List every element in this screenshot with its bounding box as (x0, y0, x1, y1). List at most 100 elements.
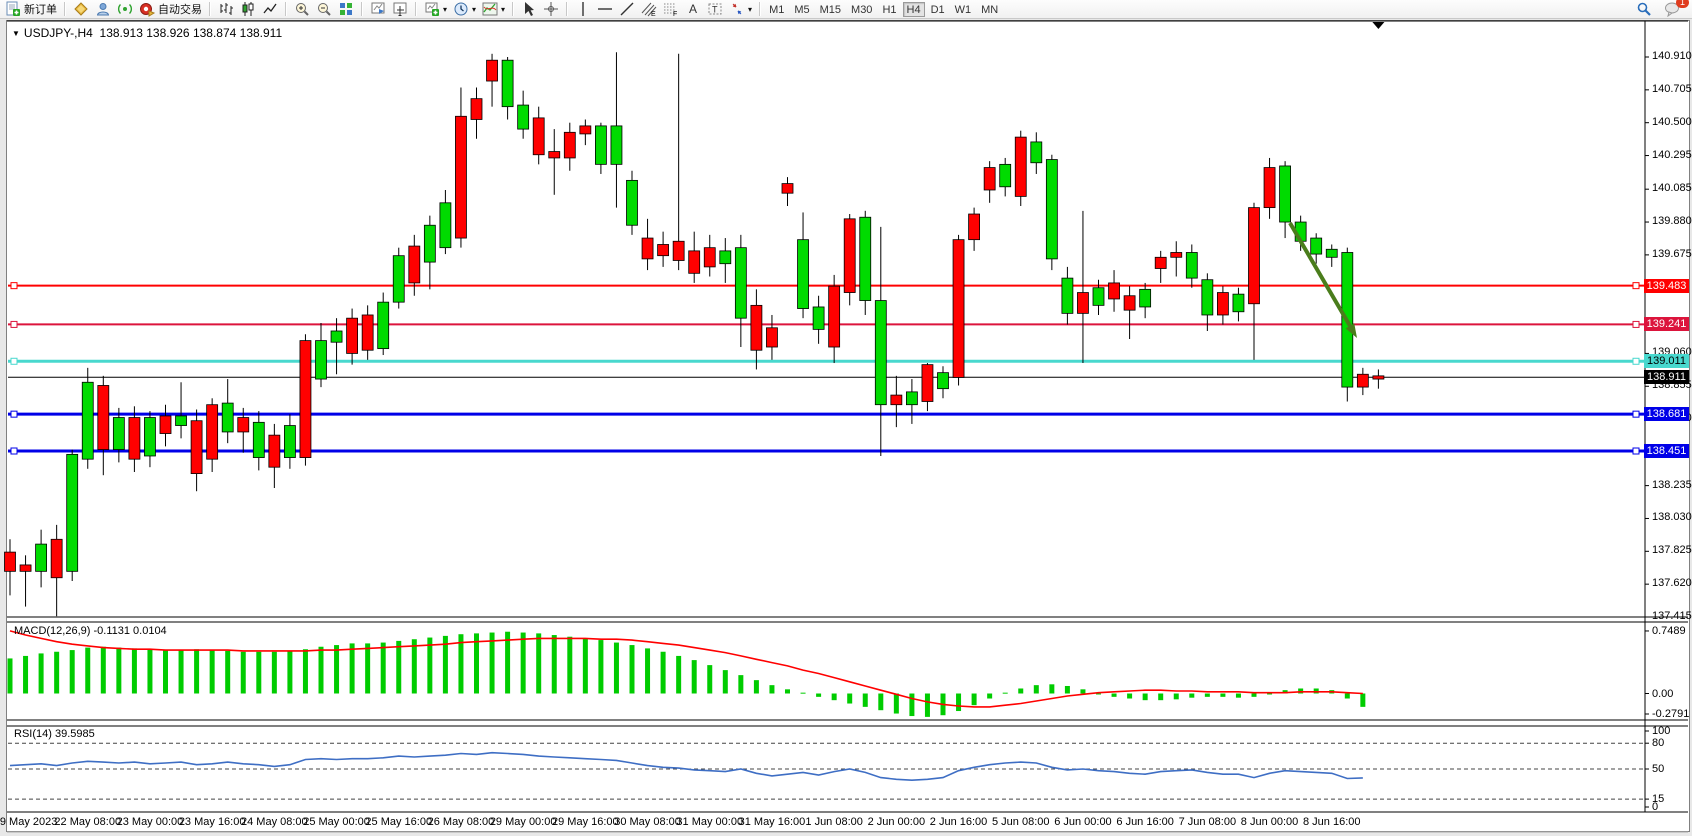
horizontal-line-tool-button[interactable] (594, 1, 616, 18)
macd-histogram-bar (303, 649, 308, 693)
navigator-button[interactable] (367, 1, 389, 18)
tile-windows-button[interactable] (335, 1, 357, 18)
crosshair-icon (543, 1, 559, 17)
macd-histogram-bar (769, 685, 774, 693)
arrow-objects-button[interactable]: ▾ (726, 1, 755, 18)
equidistant-channel-tool-button[interactable]: E (638, 1, 660, 18)
chart-shift-triangle-icon[interactable] (1372, 22, 1384, 29)
top-toolbar: 新订单 自动交易 ▾ ▾ ▾ E F A T ▾ M1M5M15M30H1H4D… (0, 0, 1692, 19)
candlestick-chart-button[interactable] (237, 1, 259, 18)
gold-button[interactable] (70, 1, 92, 18)
candle (829, 286, 840, 347)
fibonacci-tool-button[interactable]: F (660, 1, 682, 18)
price-badge: 139.483 (1644, 279, 1689, 293)
candle (176, 416, 187, 426)
macd-histogram-bar (1003, 693, 1008, 694)
line-chart-button[interactable] (259, 1, 281, 18)
candle (627, 180, 638, 225)
line-endpoint-marker (11, 321, 17, 327)
macd-histogram-bar (707, 665, 712, 693)
timeframe-button-h1[interactable]: H1 (878, 2, 900, 17)
macd-histogram-bar (614, 643, 619, 694)
price-axis-label: 139.675 (1652, 248, 1692, 260)
text-label-tool-button[interactable]: T (704, 1, 726, 18)
chart-title[interactable]: ▼USDJPY-,H4 138.913 138.926 138.874 138.… (12, 26, 282, 40)
timeframe-button-m30[interactable]: M30 (847, 2, 876, 17)
auto-trading-button[interactable]: 自动交易 (136, 1, 205, 18)
zoom-out-button[interactable] (313, 1, 335, 18)
macd-histogram-bar (1189, 694, 1194, 698)
candle (113, 418, 124, 450)
macd-histogram-bar (319, 647, 324, 694)
text-label-icon: T (707, 1, 723, 17)
search-button[interactable] (1633, 1, 1655, 18)
timeframe-button-m15[interactable]: M15 (816, 2, 845, 17)
rsi-axis-label: 50 (1652, 763, 1664, 775)
new-chart-button[interactable]: ▾ (421, 1, 450, 18)
svg-text:T: T (712, 5, 718, 15)
time-axis-label: 23 May 16:00 (179, 816, 246, 828)
candle (1217, 293, 1228, 315)
line-endpoint-marker (11, 448, 17, 454)
toolbar-separator (512, 2, 514, 16)
zoom-in-button[interactable] (291, 1, 313, 18)
bar-chart-button[interactable] (215, 1, 237, 18)
macd-histogram-bar (847, 694, 852, 704)
time-axis-label: 22 May 08:00 (54, 816, 121, 828)
toolbar-separator (209, 2, 211, 16)
chat-notifications-button[interactable]: 1 (1661, 1, 1684, 18)
bar-chart-icon (218, 1, 234, 17)
time-axis-label: 8 Jun 00:00 (1241, 816, 1299, 828)
toolbar-separator (759, 2, 761, 16)
equidistant-channel-icon: E (641, 1, 657, 17)
candle (658, 244, 669, 255)
ohlc-values: 138.913 138.926 138.874 138.911 (100, 26, 283, 40)
vertical-line-icon (575, 1, 591, 17)
indicators-button[interactable]: ▾ (479, 1, 508, 18)
timeframe-button-h4[interactable]: H4 (903, 2, 925, 17)
time-axis-label: 29 May 00:00 (490, 816, 557, 828)
time-axis-label: 29 May 16:00 (552, 816, 619, 828)
vertical-line-tool-button[interactable] (572, 1, 594, 18)
macd-histogram-bar (256, 652, 261, 694)
periods-clock-icon (453, 1, 469, 17)
timeframe-button-m5[interactable]: M5 (790, 2, 813, 17)
candle (1109, 283, 1120, 299)
periods-button[interactable]: ▾ (450, 1, 479, 18)
candle (331, 331, 342, 342)
community-button[interactable] (92, 1, 114, 18)
price-axis-label: 140.910 (1652, 50, 1692, 62)
indicators-icon (482, 1, 498, 17)
price-axis-label: 137.620 (1652, 577, 1692, 589)
navigator-icon (370, 1, 386, 17)
timeframe-button-d1[interactable]: D1 (927, 2, 949, 17)
data-window-button[interactable] (389, 1, 411, 18)
text-tool-button[interactable]: A (682, 1, 704, 18)
timeframe-button-m1[interactable]: M1 (765, 2, 788, 17)
macd-histogram-bar (8, 658, 13, 693)
crosshair-tool-button[interactable] (540, 1, 562, 18)
community-icon (95, 1, 111, 17)
macd-histogram-bar (287, 651, 292, 694)
new-order-button[interactable]: 新订单 (2, 1, 60, 18)
macd-histogram-bar (909, 694, 914, 717)
macd-histogram-bar (630, 645, 635, 693)
macd-histogram-bar (1080, 689, 1085, 693)
trendline-tool-button[interactable] (616, 1, 638, 18)
line-endpoint-marker (1633, 411, 1639, 417)
timeframe-button-mn[interactable]: MN (977, 2, 1002, 17)
macd-histogram-bar (39, 653, 44, 693)
time-axis-label: 1 Jun 08:00 (805, 816, 863, 828)
candle (938, 373, 949, 389)
cursor-tool-button[interactable] (518, 1, 540, 18)
signal-button[interactable] (114, 1, 136, 18)
cursor-icon (521, 1, 537, 17)
time-axis-label: 26 May 08:00 (428, 816, 495, 828)
svg-text:A: A (689, 2, 697, 16)
macd-histogram-bar (1252, 694, 1257, 697)
line-chart-icon (262, 1, 278, 17)
timeframe-button-w1[interactable]: W1 (951, 2, 976, 17)
macd-axis-label: 0.00 (1652, 688, 1673, 700)
macd-histogram-bar (272, 652, 277, 694)
candle (393, 256, 404, 302)
